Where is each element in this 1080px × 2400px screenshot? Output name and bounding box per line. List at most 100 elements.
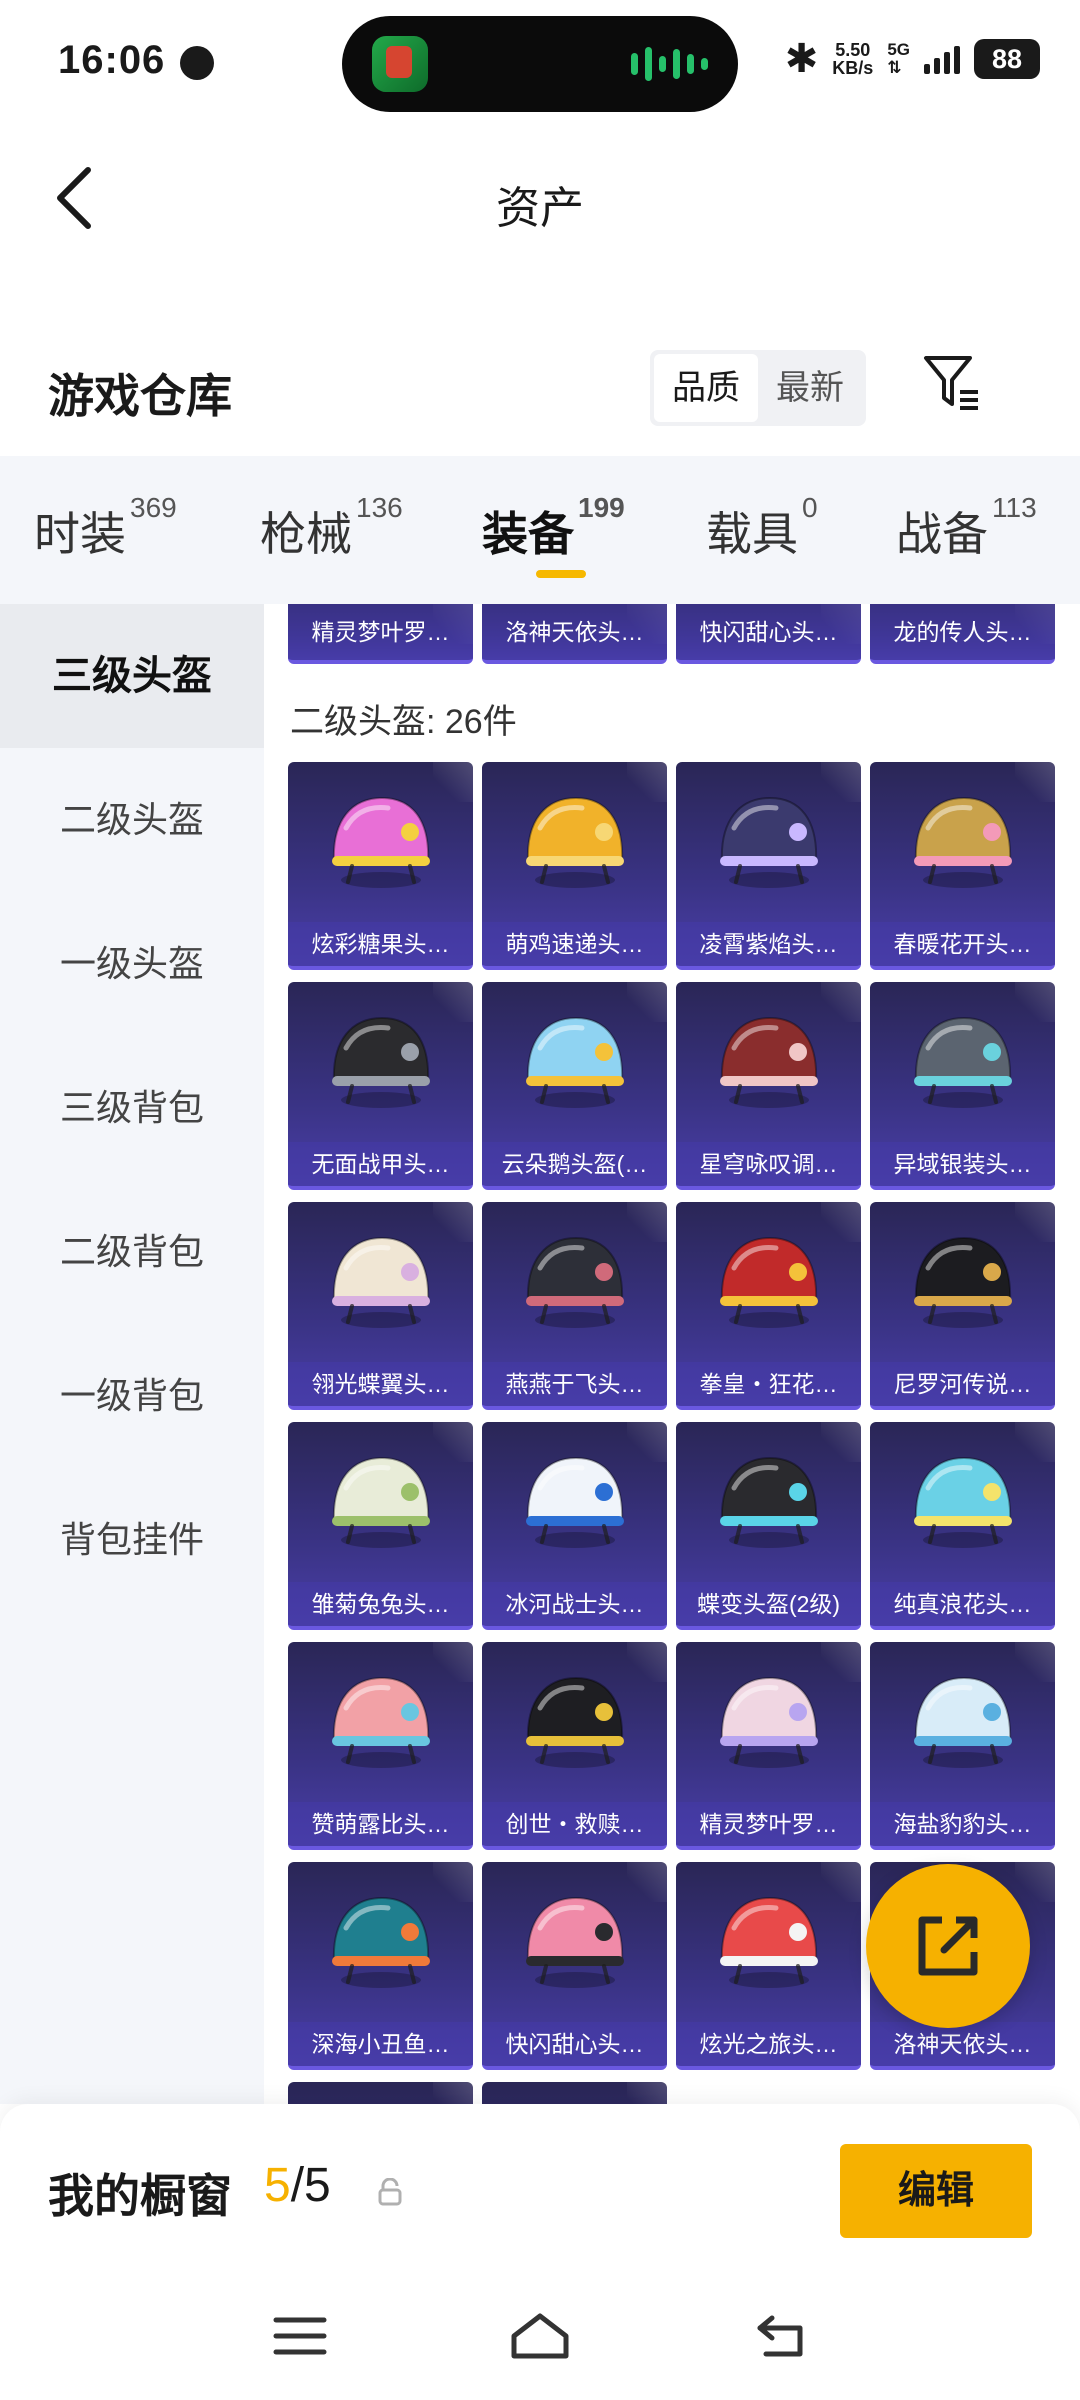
item-card[interactable]: 蝶变头盔(2级) (676, 1422, 861, 1630)
tab-fashion[interactable]: 时装369 (34, 492, 177, 564)
item-card[interactable]: 异域银装头… (870, 982, 1055, 1190)
item-label: 异域银装头… (870, 1142, 1055, 1186)
helmet-icon (526, 1016, 624, 1108)
sidebar-item-level3-helmet[interactable]: 三级头盔 (0, 604, 264, 748)
item-card[interactable]: 洛神天依头… (482, 604, 667, 664)
tab-gear[interactable]: 战备113 (896, 492, 1037, 564)
sidebar-item-backpack-charm[interactable]: 背包挂件 (0, 1468, 264, 1612)
item-card[interactable]: 冰河战士头… (482, 1422, 667, 1630)
tab-count: 113 (992, 492, 1037, 523)
sidebar-item-level1-backpack[interactable]: 一级背包 (0, 1324, 264, 1468)
helmet-icon (720, 1456, 818, 1548)
item-label: 星穹咏叹调… (676, 1142, 861, 1186)
item-card[interactable]: 春暖花开头… (870, 762, 1055, 970)
item-card[interactable]: 深海小丑鱼… (288, 1862, 473, 2070)
item-card[interactable]: 凌霄紫焰头… (676, 762, 861, 970)
section-header: 游戏仓库 品质 最新 (0, 330, 1080, 450)
system-nav-bar (0, 2274, 1080, 2400)
sort-newest-button[interactable]: 最新 (758, 354, 862, 422)
item-label: 精灵梦叶罗… (676, 1802, 861, 1846)
sidebar-item-level2-helmet[interactable]: 二级头盔 (0, 748, 264, 892)
tab-equipment[interactable]: 装备199 (482, 492, 625, 564)
item-label: 快闪甜心头… (676, 604, 861, 660)
item-card[interactable]: 快闪甜心头… (482, 1862, 667, 2070)
helmet-icon (914, 796, 1012, 888)
section-title: 游戏仓库 (48, 370, 232, 422)
helmet-icon (720, 1236, 818, 1328)
item-label: 赞萌露比头… (288, 1802, 473, 1846)
group-title: 二级头盔: 26件 (290, 703, 517, 741)
item-card[interactable]: 海盐豹豹头… (870, 1642, 1055, 1850)
helmet-icon (914, 1676, 1012, 1768)
net-speed: 5.50 KB/s (832, 41, 873, 77)
item-label: 无面战甲头… (288, 1142, 473, 1186)
item-card[interactable]: 创世・救赎… (482, 1642, 667, 1850)
item-card[interactable]: 无面战甲头… (288, 982, 473, 1190)
sidebar-item-level1-helmet[interactable]: 一级头盔 (0, 892, 264, 1036)
menu-icon (273, 2317, 327, 2355)
item-card[interactable]: 精灵梦叶罗… (676, 1642, 861, 1850)
item-card[interactable] (288, 2082, 473, 2104)
item-card[interactable]: 翎光蝶翼头… (288, 1202, 473, 1410)
item-label: 创世・救赎… (482, 1802, 667, 1846)
item-card[interactable]: 萌鸡速递头… (482, 762, 667, 970)
item-card[interactable]: 云朵鹅头盔(… (482, 982, 667, 1190)
tab-vehicles[interactable]: 载具0 (706, 492, 818, 564)
net-speed-value: 5.50 (835, 40, 871, 60)
item-label: 春暖花开头… (870, 922, 1055, 966)
item-card[interactable]: 炫彩糖果头… (288, 762, 473, 970)
tab-count: 0 (802, 492, 818, 523)
item-card[interactable]: 龙的传人头… (870, 604, 1055, 664)
home-nav-button[interactable] (500, 2304, 580, 2368)
sidebar-item-level2-backpack[interactable]: 二级背包 (0, 1180, 264, 1324)
sort-quality-button[interactable]: 品质 (654, 354, 758, 422)
tab-count: 136 (356, 492, 403, 523)
edit-button[interactable]: 编辑 (840, 2144, 1032, 2238)
bluetooth-icon: ✱ (784, 37, 819, 81)
item-label: 蝶变头盔(2级) (676, 1582, 861, 1626)
item-label: 云朵鹅头盔(… (482, 1142, 667, 1186)
globe-icon (180, 46, 214, 80)
helmet-icon (526, 1896, 624, 1988)
category-tabs: 时装369 枪械136 装备199 载具0 战备113 (0, 456, 1080, 604)
showcase-current: 5 (264, 2159, 291, 2212)
tab-indicator (536, 570, 586, 578)
dynamic-island[interactable] (342, 16, 738, 112)
item-card[interactable]: 燕燕于飞头… (482, 1202, 667, 1410)
tab-weapons[interactable]: 枪械136 (260, 492, 403, 564)
tab-label: 战备 (896, 508, 988, 560)
status-bar: 16:06 ✱ 5.50 KB/s 5G ⇅ 88 (0, 0, 1080, 128)
sidebar-item-level3-backpack[interactable]: 三级背包 (0, 1036, 264, 1180)
item-card[interactable]: 赞萌露比头… (288, 1642, 473, 1850)
back-nav-button[interactable] (740, 2304, 820, 2368)
helmet-icon (720, 1896, 818, 1988)
showcase-bar: 我的橱窗 5/5 编辑 (0, 2104, 1080, 2274)
item-card[interactable]: 快闪甜心头… (676, 604, 861, 664)
filter-button[interactable] (920, 350, 992, 422)
item-card[interactable]: 尼罗河传说… (870, 1202, 1055, 1410)
item-card[interactable]: 纯真浪花头… (870, 1422, 1055, 1630)
helmet-icon (526, 1456, 624, 1548)
item-label: 拳皇・狂花… (676, 1362, 861, 1406)
item-card[interactable]: 雏菊兔兔头… (288, 1422, 473, 1630)
item-card[interactable]: 炫光之旅头… (676, 1862, 861, 2070)
helmet-icon (526, 796, 624, 888)
helmet-icon (914, 1456, 1012, 1548)
helmet-icon (332, 1456, 430, 1548)
network-type: 5G ⇅ (887, 41, 910, 77)
share-button[interactable] (866, 1864, 1030, 2028)
item-card[interactable]: 精灵梦叶罗… (288, 604, 473, 664)
item-label: 纯真浪花头… (870, 1582, 1055, 1626)
item-label: 燕燕于飞头… (482, 1362, 667, 1406)
item-card[interactable] (482, 2082, 667, 2104)
helmet-icon (332, 1236, 430, 1328)
app-icon (372, 36, 428, 92)
helmet-icon (526, 1676, 624, 1768)
item-label: 龙的传人头… (870, 604, 1055, 660)
status-time: 16:06 (58, 38, 166, 82)
item-card[interactable]: 拳皇・狂花… (676, 1202, 861, 1410)
battery-icon: 88 (974, 39, 1040, 79)
menu-nav-button[interactable] (260, 2304, 340, 2368)
item-card[interactable]: 星穹咏叹调… (676, 982, 861, 1190)
tab-label: 载具 (706, 508, 798, 560)
